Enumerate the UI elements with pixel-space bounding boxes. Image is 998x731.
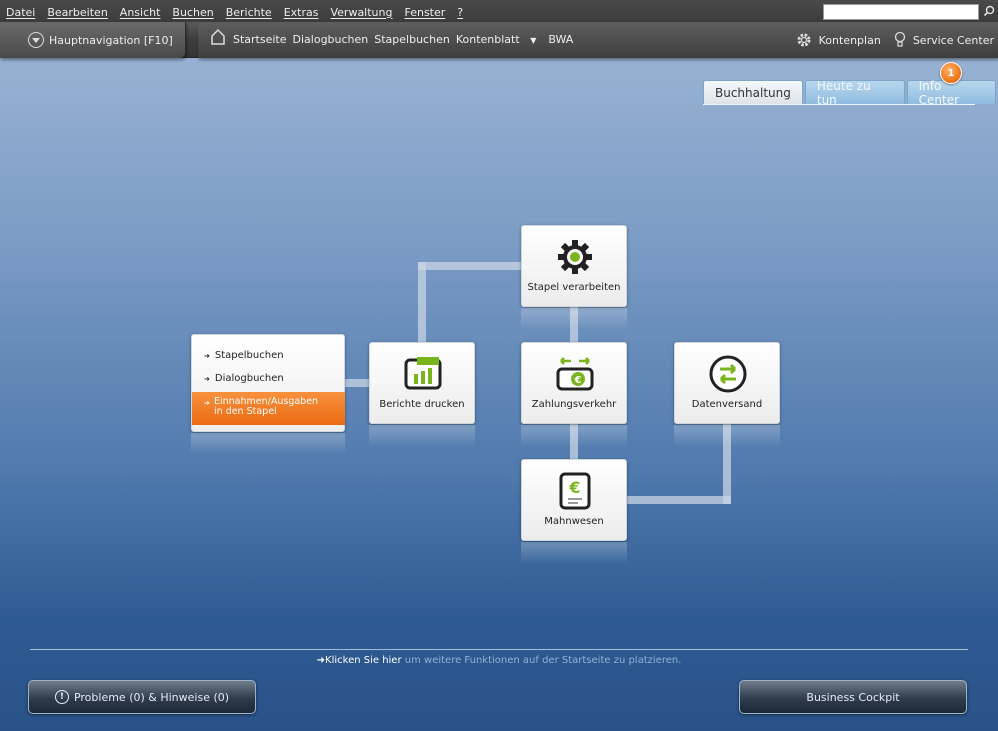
kontenplan-link[interactable]: Kontenplan xyxy=(795,31,881,49)
menu-verwaltung[interactable]: Verwaltung xyxy=(324,6,398,19)
card-stapel-verarbeiten[interactable]: Stapel verarbeiten xyxy=(521,225,627,307)
connector-line xyxy=(344,379,370,387)
card-datenversand[interactable]: Datenversand xyxy=(674,342,780,424)
menu-berichte[interactable]: Berichte xyxy=(220,6,278,19)
dunning-document-icon: € xyxy=(555,471,595,511)
hauptnavigation-button[interactable]: Hauptnavigation [F10] xyxy=(0,22,186,58)
quick-nav-bar: Startseite Dialogbuchen Stapelbuchen Kon… xyxy=(198,22,998,58)
buchen-menu-card: Stapelbuchen Dialogbuchen Einnahmen/Ausg… xyxy=(191,334,345,432)
menu-bar: Datei Bearbeiten Ansicht Buchen Berichte… xyxy=(0,0,998,24)
card-berichte-drucken[interactable]: Berichte drucken xyxy=(369,342,475,424)
menu-datei[interactable]: Datei xyxy=(0,6,41,19)
card-reflection xyxy=(521,308,627,330)
card-mahnwesen[interactable]: € Mahnwesen xyxy=(521,459,627,541)
arrow-right-icon: ➜ xyxy=(316,655,326,666)
nav-kontenblatt-label: Kontenblatt xyxy=(455,33,520,46)
card-reflection xyxy=(674,425,780,447)
tab-heute-zu-tun[interactable]: Heute zu tun xyxy=(804,79,905,107)
svg-text:€: € xyxy=(568,478,580,497)
menu-card-einnahmen-ausgaben[interactable]: Einnahmen/Ausgaben in den Stapel xyxy=(192,392,345,425)
service-center-label: Service Center xyxy=(912,33,994,47)
gear-icon xyxy=(555,237,595,277)
card-zahlungsverkehr[interactable]: € Zahlungsverkehr xyxy=(521,342,627,424)
menu-card-dialogbuchen[interactable]: Dialogbuchen xyxy=(204,373,284,384)
tab-buchhaltung[interactable]: Buchhaltung xyxy=(703,80,803,104)
card-reflection xyxy=(521,542,627,564)
nav-dialogbuchen[interactable]: Dialogbuchen xyxy=(293,33,369,46)
notification-badge: 1 xyxy=(940,62,962,84)
chevron-down-icon xyxy=(28,32,44,48)
exchange-arrows-icon xyxy=(708,354,748,394)
card-label: Datenversand xyxy=(691,399,763,410)
connector-line xyxy=(418,262,522,270)
tab-underline xyxy=(703,104,975,105)
nav-startseite[interactable]: Startseite xyxy=(233,33,287,46)
card-reflection xyxy=(521,425,627,447)
customize-hint: ➜Klicken Sie hier um weitere Funktionen … xyxy=(0,655,998,666)
card-label: Mahnwesen xyxy=(544,516,604,527)
search-icon[interactable] xyxy=(983,5,995,17)
card-label: Berichte drucken xyxy=(379,399,465,410)
nav-bwa[interactable]: BWA xyxy=(548,33,573,46)
search-input[interactable] xyxy=(823,4,979,20)
home-icon[interactable] xyxy=(210,28,226,46)
warning-icon: ! xyxy=(54,690,69,704)
card-label: Zahlungsverkehr xyxy=(531,399,617,410)
menu-bearbeiten[interactable]: Bearbeiten xyxy=(41,6,113,19)
menu-extras[interactable]: Extras xyxy=(278,6,325,19)
menu-buchen[interactable]: Buchen xyxy=(166,6,219,19)
problems-hints-button[interactable]: ! Probleme (0) & Hinweise (0) xyxy=(28,680,256,714)
connector-line xyxy=(418,262,426,344)
card-reflection xyxy=(369,425,475,447)
nav-stapelbuchen[interactable]: Stapelbuchen xyxy=(374,33,450,46)
kontenplan-label: Kontenplan xyxy=(818,33,881,47)
lightbulb-icon xyxy=(894,31,905,47)
caret-down-icon: ▼ xyxy=(527,36,537,45)
menu-ansicht[interactable]: Ansicht xyxy=(114,6,167,19)
service-center-link[interactable]: Service Center xyxy=(893,31,994,49)
card-reflection xyxy=(191,433,345,455)
menu-card-active-line2: in den Stapel xyxy=(214,406,277,417)
gear-icon xyxy=(797,33,811,47)
card-label: Stapel verarbeiten xyxy=(527,282,621,293)
business-cockpit-button[interactable]: Business Cockpit xyxy=(739,680,967,714)
report-chart-icon xyxy=(403,354,443,394)
divider xyxy=(30,649,968,650)
payment-euro-icon: € xyxy=(555,354,595,394)
svg-text:€: € xyxy=(574,375,582,386)
hint-link[interactable]: Klicken Sie hier xyxy=(325,655,402,666)
menu-card-stapelbuchen[interactable]: Stapelbuchen xyxy=(204,350,284,361)
menu-help[interactable]: ? xyxy=(451,6,469,19)
cockpit-label: Business Cockpit xyxy=(806,690,900,704)
hint-text: um weitere Funktionen auf der Startseite… xyxy=(401,655,682,666)
menu-fenster[interactable]: Fenster xyxy=(398,6,451,19)
problems-label: Probleme (0) & Hinweise (0) xyxy=(73,690,230,704)
hauptnavigation-label: Hauptnavigation [F10] xyxy=(49,33,173,47)
connector-line xyxy=(627,496,731,504)
nav-kontenblatt[interactable]: Kontenblatt ▼ xyxy=(456,33,543,46)
